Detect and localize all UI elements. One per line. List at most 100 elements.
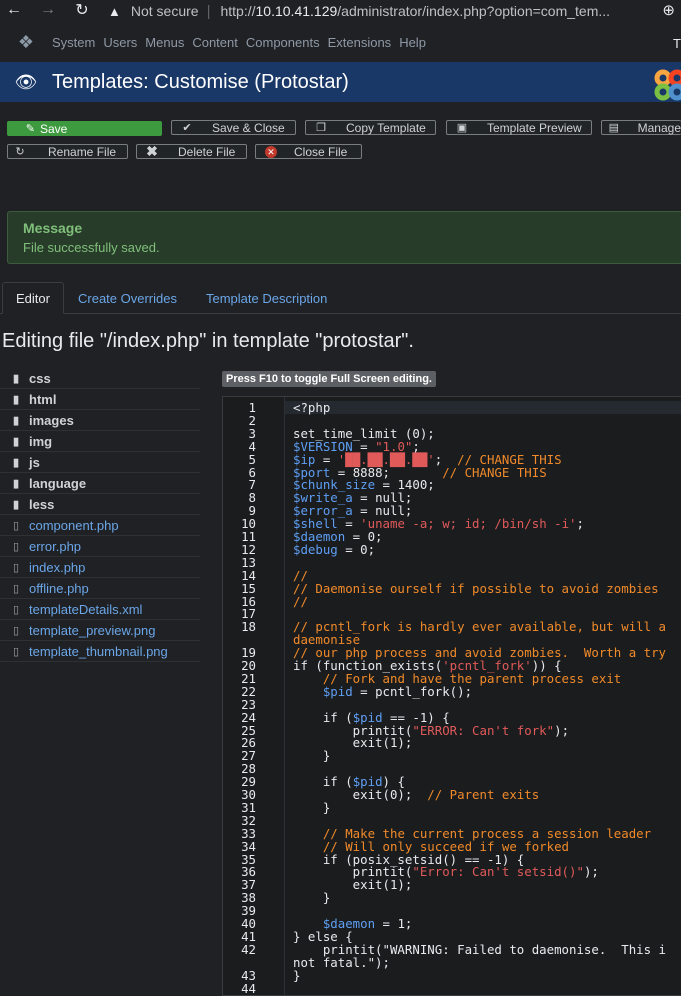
line-number: 12	[241, 541, 256, 557]
code-line: }	[293, 890, 331, 906]
copy-template-button[interactable]: ❐ Copy Template	[305, 120, 436, 135]
menu-components[interactable]: Components	[246, 35, 320, 50]
line-number: 43	[241, 967, 256, 983]
editing-file-title: Editing file "/index.php" in template "p…	[2, 330, 414, 352]
rename-file-label: Rename File	[48, 144, 117, 159]
line-number: 22	[241, 683, 256, 699]
close-file-label: Close File	[294, 144, 348, 159]
toolbar: ✎ Save ✔ Save & Close ❐ Copy Template ▣ Temp…	[0, 102, 681, 172]
forward-arrow-icon[interactable]: →	[38, 1, 58, 19]
close-circle-icon: ✕	[265, 145, 277, 158]
folder-label: css	[29, 370, 51, 386]
file-templatedetails-xml[interactable]: ▯ templateDetails.xml	[0, 599, 200, 620]
file-tree: ▮ css ▮ html ▮ images ▮ img ▮ js ▮ language ▮ l…	[0, 368, 200, 662]
code-line: not fatal.");	[293, 954, 390, 970]
folder-js[interactable]: ▮ js	[0, 452, 200, 473]
menu-users[interactable]: Users	[103, 35, 137, 50]
zoom-icon[interactable]: ⊕	[662, 1, 675, 19]
file-template-preview-png[interactable]: ▯ template_preview.png	[0, 620, 200, 641]
delete-file-button[interactable]: ✖ Delete File	[136, 143, 247, 159]
file-offline-php[interactable]: ▯ offline.php	[0, 578, 200, 599]
line-number: 4	[248, 438, 256, 454]
menu-help[interactable]: Help	[399, 35, 426, 50]
code-line: }	[293, 799, 331, 815]
code-line: }	[293, 748, 331, 764]
file-icon: ▯	[13, 603, 20, 616]
menu-content[interactable]: Content	[192, 35, 238, 50]
joomla-logo-icon[interactable]: ❖	[0, 32, 52, 53]
url-host: 10.10.41.129	[255, 3, 338, 19]
file-error-php[interactable]: ▯ error.php	[0, 536, 200, 557]
code-line: }	[293, 967, 301, 983]
x-icon: ✖	[146, 143, 158, 159]
code-editor[interactable]: 1 2 3 4 5 6 7 8 9 10 11 12 13 14 15 16 17 18 19 20 21 22 23 24 2…	[222, 396, 681, 996]
folder-icon: ▮	[13, 498, 20, 511]
folder-icon: ▤	[608, 122, 620, 134]
file-template-thumbnail-png[interactable]: ▯ template_thumbnail.png	[0, 641, 200, 662]
save-close-button[interactable]: ✔ Save & Close	[171, 120, 296, 135]
folder-css[interactable]: ▮ css	[0, 368, 200, 389]
reload-icon[interactable]: ↻	[72, 0, 92, 20]
file-component-php[interactable]: ▯ component.php	[0, 515, 200, 536]
line-number: 34	[241, 838, 256, 854]
save-button[interactable]: ✎ Save	[7, 121, 162, 136]
folder-html[interactable]: ▮ html	[0, 389, 200, 410]
folder-label: less	[29, 496, 55, 512]
menu-system[interactable]: System	[52, 35, 95, 50]
not-secure-label: Not secure	[130, 3, 199, 19]
menu-menus[interactable]: Menus	[145, 35, 184, 50]
fullscreen-hint: Press F10 to toggle Full Screen editing.	[222, 371, 436, 387]
folder-icon: ▮	[13, 456, 20, 469]
menu-extensions[interactable]: Extensions	[328, 35, 392, 50]
code-line: } else {	[293, 928, 353, 944]
menu-right-truncated[interactable]: T	[673, 36, 681, 51]
browser-toolbar: ← → ↻ ▲ Not secure | http://10.10.41.129…	[0, 0, 681, 22]
folder-label: language	[29, 475, 87, 491]
back-arrow-icon[interactable]: ←	[4, 1, 24, 19]
url-prefix: http://	[220, 3, 256, 19]
line-number: 14	[241, 567, 256, 583]
manage-label: Manage	[637, 120, 681, 135]
folder-less[interactable]: ▮ less	[0, 494, 200, 515]
file-index-php[interactable]: ▯ index.php	[0, 557, 200, 578]
code-line: // Will only succeed if we forked	[322, 838, 570, 854]
folder-icon: ▮	[13, 477, 20, 490]
url-text: http://10.10.41.129/administrator/index.…	[220, 3, 610, 19]
tab-template-description[interactable]: Template Description	[193, 282, 340, 314]
folder-label: img	[29, 433, 53, 449]
line-number: 33	[241, 825, 256, 841]
line-number: 41	[241, 928, 256, 944]
manage-button[interactable]: ▤ Manage	[601, 120, 681, 135]
line-number: 32	[241, 812, 256, 828]
file-label: template_thumbnail.png	[29, 643, 168, 659]
folder-language[interactable]: ▮ language	[0, 473, 200, 494]
code-line: $pid = pcntl_fork();	[322, 683, 473, 699]
close-file-button[interactable]: ✕ Close File	[255, 144, 362, 159]
folder-icon: ▮	[13, 393, 20, 406]
address-bar[interactable]: ▲ Not secure | http://10.10.41.129/admin…	[108, 0, 610, 22]
file-icon: ▯	[13, 582, 20, 595]
line-number: 2	[248, 412, 256, 428]
tab-editor[interactable]: Editor	[2, 282, 64, 314]
template-preview-button[interactable]: ▣ Template Preview	[446, 120, 592, 135]
file-label: offline.php	[29, 580, 89, 596]
address-separator: |	[206, 2, 211, 20]
code-line: printit("WARNING: Failed to daemonise. T…	[293, 941, 666, 957]
edit-icon: ✎	[25, 123, 35, 135]
line-number: 44	[241, 980, 256, 996]
rename-file-button[interactable]: ↻ Rename File	[7, 144, 128, 159]
eye-icon: 👁	[14, 71, 38, 92]
file-label: templateDetails.xml	[29, 601, 143, 617]
copy-template-label: Copy Template	[346, 120, 426, 135]
tab-create-overrides[interactable]: Create Overrides	[65, 282, 190, 314]
line-number: 13	[241, 554, 256, 570]
file-icon: ▯	[13, 519, 20, 532]
line-number: 18	[241, 619, 256, 635]
line-number: 5	[248, 451, 256, 467]
code-line: $debug = 0;	[293, 541, 376, 557]
folder-icon: ▮	[13, 372, 20, 385]
folder-img[interactable]: ▮ img	[0, 431, 200, 452]
folder-icon: ▮	[13, 414, 20, 427]
page-title: Templates: Customise (Protostar)	[52, 70, 349, 93]
folder-images[interactable]: ▮ images	[0, 410, 200, 431]
